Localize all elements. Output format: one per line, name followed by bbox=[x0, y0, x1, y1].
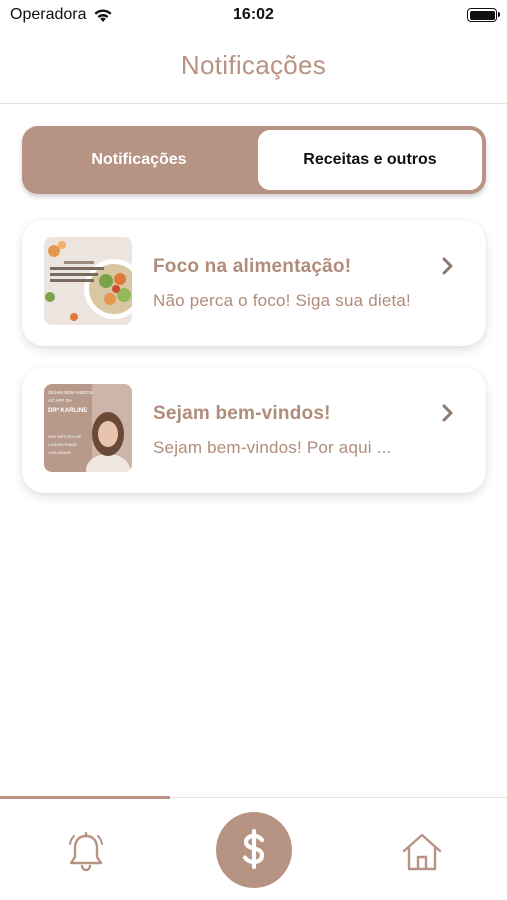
status-time: 16:02 bbox=[233, 6, 274, 23]
notification-message: Sejam bem-vindos! Por aqui ... bbox=[153, 438, 392, 457]
thumb-text-line: SEJAM BEM-VINDOS bbox=[48, 390, 93, 395]
notification-thumbnail: SEJAM BEM-VINDOS AO APP DA DRª KARLINE S… bbox=[44, 384, 132, 472]
doctor-portrait-image: SEJAM BEM-VINDOS AO APP DA DRª KARLINE S… bbox=[44, 384, 132, 472]
battery-icon bbox=[467, 8, 500, 22]
chevron-right-icon bbox=[442, 404, 453, 422]
notification-thumbnail bbox=[44, 237, 132, 325]
bottom-tab-bar bbox=[0, 796, 507, 900]
dollar-tab-button[interactable] bbox=[216, 812, 292, 888]
thumb-text-line: SEU MÉTODO DE bbox=[48, 434, 82, 439]
dollar-icon bbox=[242, 828, 265, 870]
tab-notificacoes[interactable]: Notificações bbox=[22, 126, 256, 194]
notification-title: Foco na alimentação! bbox=[153, 256, 352, 277]
status-bar: Operadora 16:02 bbox=[0, 0, 507, 32]
food-bowl-image bbox=[44, 237, 132, 325]
tab-receitas-e-outros[interactable]: Receitas e outros bbox=[256, 128, 484, 192]
notification-message: Não perca o foco! Siga sua dieta! bbox=[153, 291, 411, 310]
notification-card[interactable]: Foco na alimentação! Não perca o foco! S… bbox=[22, 220, 486, 346]
active-tab-indicator bbox=[0, 796, 170, 799]
chevron-right-icon bbox=[442, 257, 453, 275]
thumb-text-line: VITALIDADE bbox=[48, 450, 71, 455]
home-icon[interactable] bbox=[400, 830, 444, 874]
segmented-control: Notificações Receitas e outros bbox=[22, 126, 486, 194]
bell-icon[interactable] bbox=[64, 830, 108, 874]
notification-title: Sejam bem-vindos! bbox=[153, 403, 331, 424]
thumb-text-line: LONGEVIDADE bbox=[48, 442, 77, 447]
thumb-text-line: DRª KARLINE bbox=[48, 407, 87, 414]
thumb-text-line: AO APP DA bbox=[48, 398, 72, 403]
navigation-header: Notificações bbox=[0, 32, 507, 104]
notification-card[interactable]: SEJAM BEM-VINDOS AO APP DA DRª KARLINE S… bbox=[22, 367, 486, 493]
page-title: Notificações bbox=[180, 50, 327, 80]
